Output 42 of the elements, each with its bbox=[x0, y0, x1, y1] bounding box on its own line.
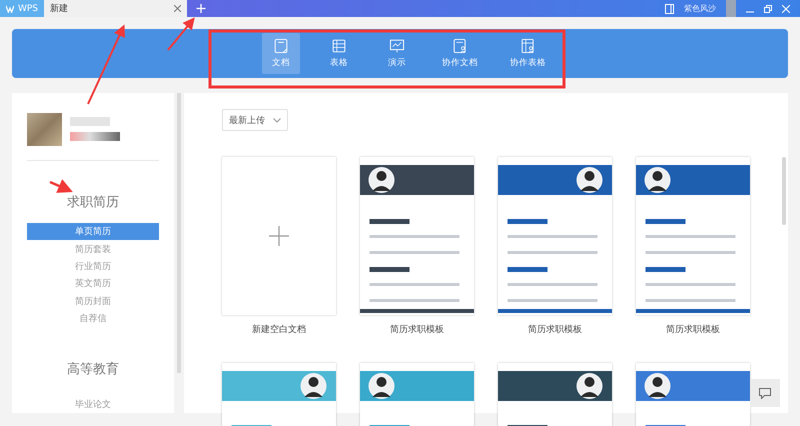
annotation-arrow bbox=[167, 17, 195, 51]
category-item[interactable]: 简历封面 bbox=[27, 292, 160, 310]
blurred-avatar bbox=[27, 113, 62, 146]
close-icon[interactable] bbox=[174, 5, 181, 12]
category-item[interactable]: 简历套装 bbox=[27, 240, 160, 258]
template-title[interactable]: 简历求职模板 bbox=[666, 323, 720, 336]
chat-icon bbox=[759, 388, 771, 398]
category-item[interactable]: 自荐信 bbox=[27, 310, 160, 328]
logo-icon bbox=[6, 4, 14, 12]
blurred-area bbox=[726, 0, 736, 17]
tab[interactable]: WPS bbox=[0, 0, 44, 17]
doc-type-tab[interactable]: 表格 bbox=[320, 29, 358, 78]
section-title: 高等教育 bbox=[66, 360, 120, 378]
feedback-button[interactable] bbox=[750, 379, 780, 407]
template-title[interactable]: 简历求职模板 bbox=[390, 323, 444, 336]
shared-table-icon bbox=[520, 38, 536, 54]
annotation-arrow bbox=[50, 179, 73, 193]
doc-type-tab[interactable]: 演示 bbox=[378, 29, 416, 78]
sort-dropdown[interactable]: 最新上传 bbox=[222, 109, 288, 131]
category-item[interactable]: 英文简历 bbox=[27, 275, 160, 293]
tab[interactable]: 新建 bbox=[44, 0, 187, 17]
restore-icon[interactable] bbox=[764, 4, 772, 12]
shared-document-icon bbox=[452, 38, 468, 54]
doc-type-tab[interactable]: 协作表格 bbox=[504, 29, 552, 78]
template-title[interactable]: 新建空白文档 bbox=[252, 323, 306, 336]
chevron-icon bbox=[273, 118, 281, 122]
blurred-name bbox=[70, 117, 110, 126]
section-title: 求职简历 bbox=[66, 194, 120, 211]
blurred-info bbox=[70, 132, 120, 141]
plus-icon bbox=[269, 226, 289, 246]
skin-name[interactable]: 紫色风沙 bbox=[684, 3, 716, 14]
category-item[interactable]: 行业简历 bbox=[27, 258, 160, 276]
category-item[interactable]: 毕业论文 bbox=[27, 396, 160, 413]
panel-icon[interactable] bbox=[665, 4, 674, 14]
doc-type-tab[interactable]: 文档 bbox=[262, 33, 300, 74]
template-title[interactable]: 简历求职模板 bbox=[528, 323, 582, 336]
category-item[interactable]: 单页简历 bbox=[27, 223, 160, 240]
scrollbar[interactable] bbox=[782, 157, 786, 225]
doc-type-tab[interactable]: 协作文档 bbox=[436, 29, 484, 78]
table-icon bbox=[331, 38, 347, 54]
document-icon bbox=[273, 38, 289, 54]
presentation-icon bbox=[389, 38, 405, 54]
